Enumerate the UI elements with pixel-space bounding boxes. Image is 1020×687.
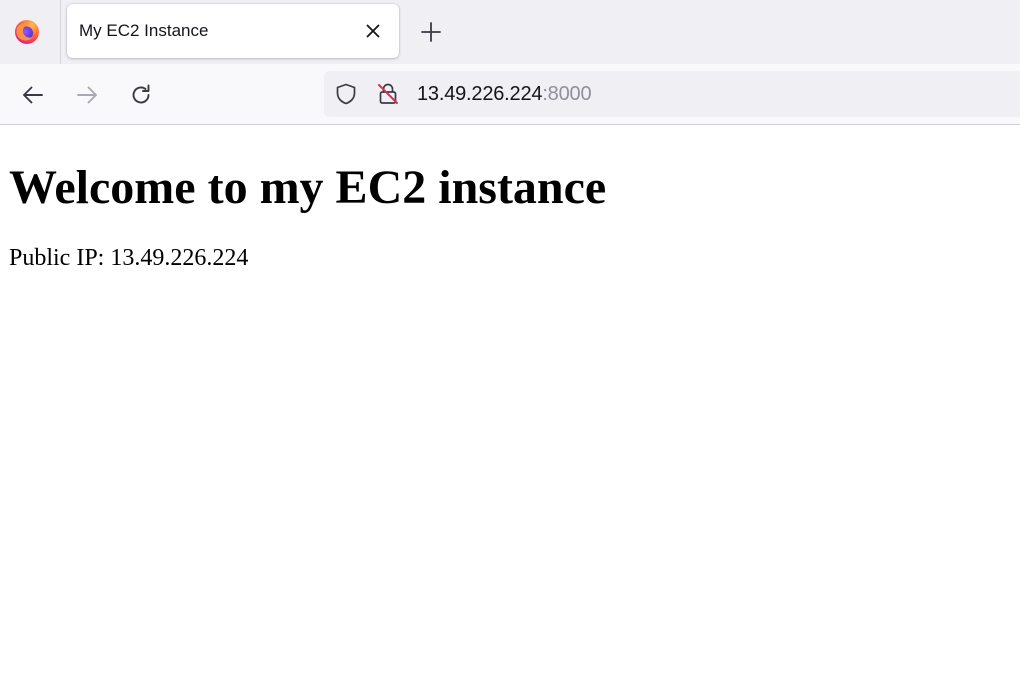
url-host: 13.49.226.224 [417,83,543,105]
page-heading: Welcome to my EC2 instance [9,161,607,214]
plus-icon[interactable] [418,19,444,45]
tab-strip: My EC2 Instance [0,0,1020,64]
arrow-left-icon[interactable] [19,81,47,109]
page-content: Welcome to my EC2 instance Public IP: 13… [0,126,1020,687]
url-text[interactable]: 13.49.226.224:8000 [417,83,592,106]
tab-separator [60,0,61,64]
close-icon[interactable] [363,21,383,41]
url-port: :8000 [542,83,592,105]
shield-icon[interactable] [334,82,358,106]
navigation-bar: 13.49.226.224:8000 [0,64,1020,125]
reload-icon[interactable] [127,81,155,109]
arrow-right-icon[interactable] [73,81,101,109]
public-ip-text: Public IP: 13.49.226.224 [9,245,249,271]
tab-my-ec2-instance[interactable]: My EC2 Instance [67,4,399,58]
insecure-lock-icon[interactable] [376,82,400,106]
tab-title: My EC2 Instance [79,21,209,40]
address-bar[interactable]: 13.49.226.224:8000 [324,71,1020,117]
firefox-logo-icon[interactable] [14,19,40,45]
